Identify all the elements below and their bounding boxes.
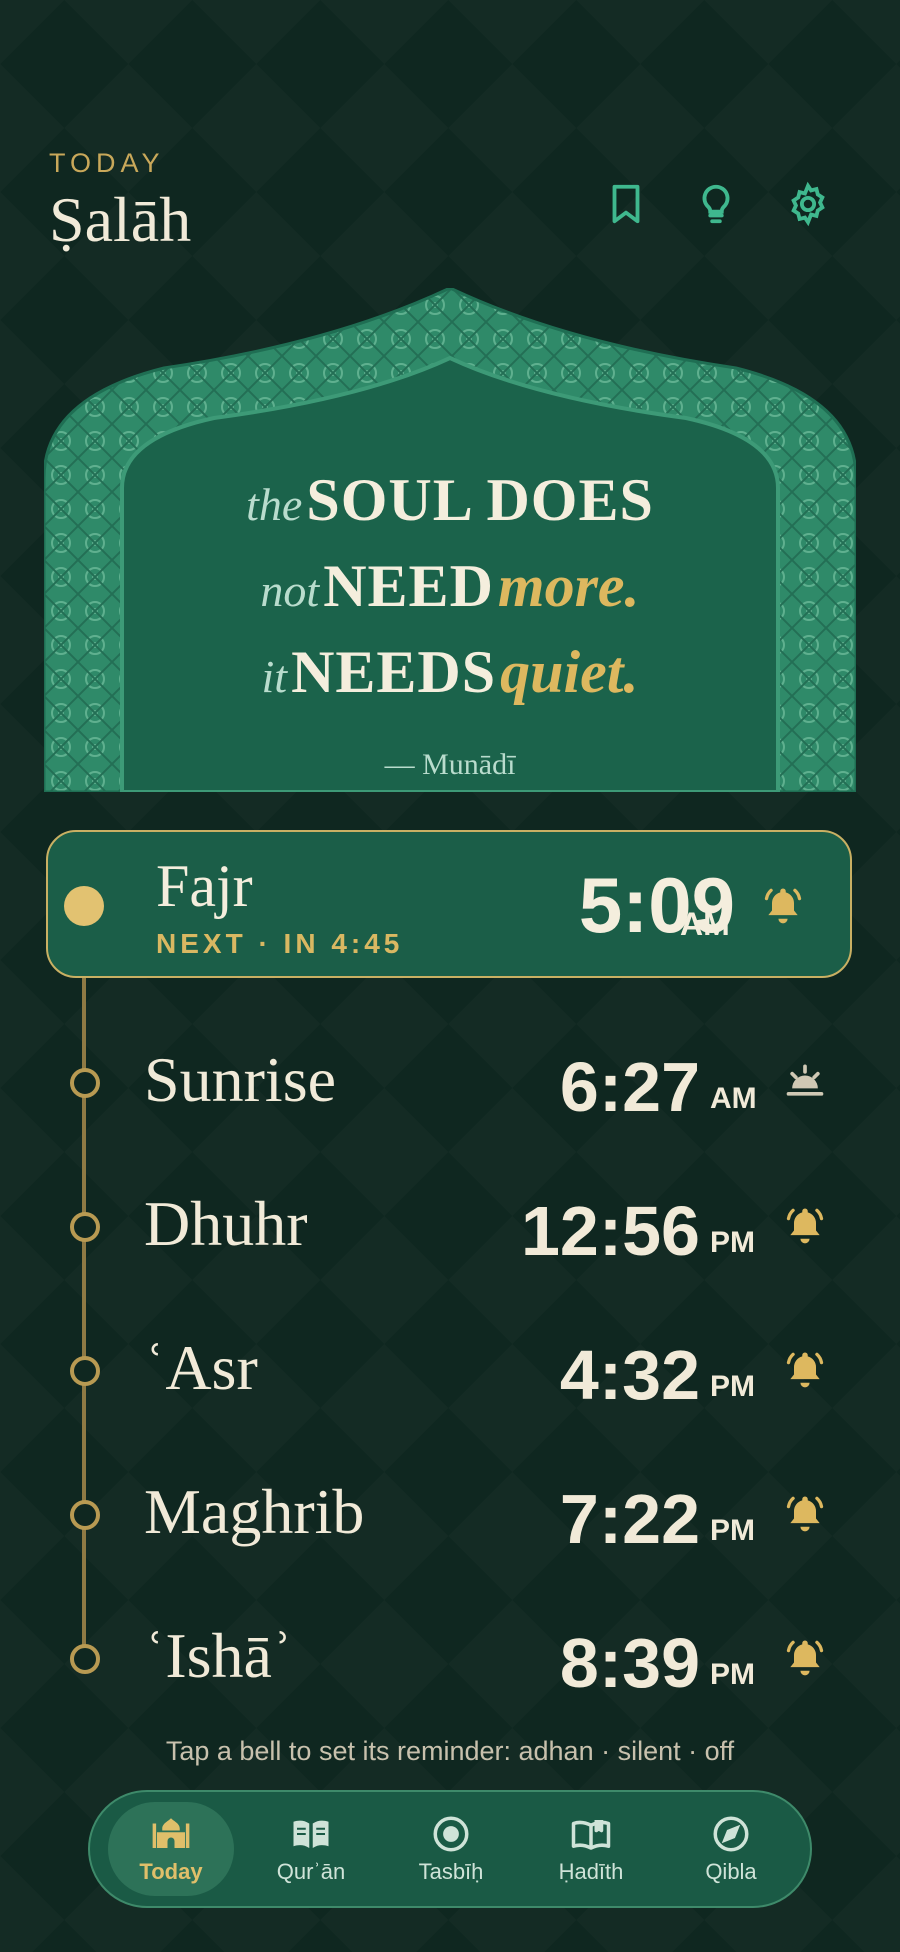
prayer-name: ʿIshāʾ bbox=[144, 1620, 294, 1691]
prayer-name: Sunrise bbox=[144, 1044, 336, 1115]
prayer-time: 6:27 bbox=[559, 1048, 700, 1126]
reminder-bell-button[interactable] bbox=[780, 1488, 830, 1538]
bell-icon bbox=[786, 1496, 824, 1532]
prayer-ampm: PM bbox=[710, 1226, 755, 1259]
nav-hadith[interactable]: Ḥadīth bbox=[528, 1802, 654, 1896]
bell-icon bbox=[786, 1640, 824, 1676]
prayer-row-asr: ʿAsr 4:32 PM bbox=[0, 1314, 900, 1424]
timeline-marker bbox=[70, 1500, 100, 1530]
prayer-ampm: PM bbox=[710, 1370, 755, 1403]
bell-icon bbox=[764, 888, 802, 924]
nav-tasbih[interactable]: Tasbīḥ bbox=[388, 1802, 514, 1896]
next-prayer-ampm: AM bbox=[680, 906, 730, 942]
next-prayer-dot bbox=[64, 886, 104, 926]
nav-qibla[interactable]: Qibla bbox=[668, 1802, 794, 1896]
prayer-ampm: PM bbox=[710, 1514, 755, 1547]
quote-line-1: the SOUL DOES bbox=[246, 467, 654, 533]
book-icon bbox=[571, 1820, 611, 1850]
gear-icon bbox=[791, 181, 825, 227]
nav-label: Ḥadīth bbox=[558, 1859, 624, 1884]
reminder-bell-button[interactable] bbox=[780, 1200, 830, 1250]
compass-icon bbox=[713, 1816, 749, 1852]
prayer-time: 4:32 bbox=[559, 1336, 700, 1414]
next-prayer-bell-button[interactable] bbox=[758, 880, 808, 930]
prayer-row-dhuhr: Dhuhr 12:56 PM bbox=[0, 1170, 900, 1280]
bell-icon bbox=[786, 1352, 824, 1388]
reminder-bell-button[interactable] bbox=[780, 1344, 830, 1394]
prayer-name: ʿAsr bbox=[144, 1332, 258, 1403]
nav-today[interactable]: Today bbox=[108, 1802, 234, 1896]
timeline-marker bbox=[70, 1644, 100, 1674]
nav-label: Qurʾān bbox=[276, 1859, 346, 1884]
bookmark-button[interactable] bbox=[598, 176, 654, 232]
open-book-icon bbox=[293, 1820, 329, 1848]
quote-card: the SOUL DOES not NEED more. it NEEDS qu… bbox=[44, 288, 856, 792]
prayer-time: 12:56 bbox=[520, 1192, 700, 1270]
arch-ornament bbox=[44, 288, 856, 792]
bottom-nav: Today Qurʾān Tasbīḥ Ḥadīth Qibla bbox=[88, 1790, 812, 1908]
nav-label: Today bbox=[139, 1859, 203, 1884]
bookmark-icon bbox=[612, 184, 640, 224]
timeline-marker bbox=[70, 1212, 100, 1242]
next-prayer-name: Fajr bbox=[156, 853, 253, 919]
nav-quran[interactable]: Qurʾān bbox=[248, 1802, 374, 1896]
target-icon bbox=[433, 1816, 469, 1852]
sunrise-indicator bbox=[780, 1056, 830, 1106]
prayer-name: Maghrib bbox=[144, 1476, 365, 1547]
nav-label: Qibla bbox=[705, 1859, 757, 1884]
tips-button[interactable] bbox=[688, 176, 744, 232]
prayer-name: Dhuhr bbox=[144, 1188, 308, 1259]
prayer-ampm: AM bbox=[710, 1082, 757, 1115]
reminder-hint: Tap a bell to set its reminder: adhan · … bbox=[165, 1736, 735, 1766]
prayer-time: 8:39 bbox=[559, 1624, 700, 1702]
reminder-bell-button[interactable] bbox=[780, 1632, 830, 1682]
lightbulb-icon bbox=[702, 184, 730, 224]
nav-label: Tasbīḥ bbox=[418, 1859, 484, 1884]
prayer-time: 7:22 bbox=[559, 1480, 700, 1558]
timeline-marker bbox=[70, 1356, 100, 1386]
next-prayer-countdown: NEXT · IN 4:45 bbox=[156, 928, 404, 959]
quote-line-3: it NEEDS quiet. bbox=[261, 639, 639, 705]
prayer-row-isha: ʿIshāʾ 8:39 PM bbox=[0, 1602, 900, 1712]
prayer-row-sunrise: Sunrise 6:27 AM bbox=[0, 1026, 900, 1136]
prayer-row-maghrib: Maghrib 7:22 PM bbox=[0, 1458, 900, 1568]
mosque-icon bbox=[152, 1818, 190, 1848]
timeline-marker bbox=[70, 1068, 100, 1098]
bell-icon bbox=[786, 1208, 824, 1244]
quote-author: — Munādī bbox=[384, 748, 516, 781]
page-eyebrow: TODAY bbox=[49, 148, 165, 178]
page-title: Ṣalāh bbox=[49, 184, 192, 255]
settings-button[interactable] bbox=[780, 176, 836, 232]
prayer-ampm: PM bbox=[710, 1658, 755, 1691]
sunrise-icon bbox=[786, 1064, 824, 1096]
quote-line-2: not NEED more. bbox=[260, 553, 640, 619]
